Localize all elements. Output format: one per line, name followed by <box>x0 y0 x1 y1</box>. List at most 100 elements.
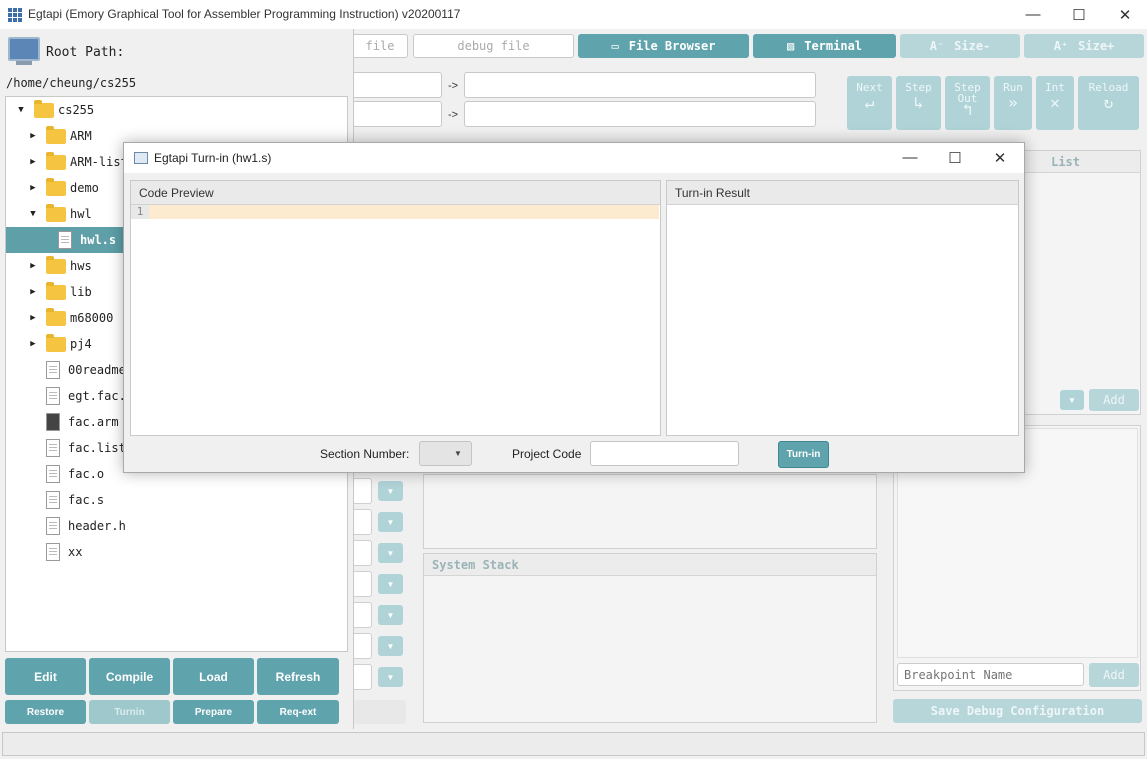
file-browser-button[interactable]: ▭ File Browser <box>578 34 749 58</box>
collapsed-arrow-icon[interactable]: ▶ <box>28 183 38 193</box>
register-dropdown[interactable]: ▼ <box>378 543 403 563</box>
register-dropdown[interactable]: ▼ <box>378 574 403 594</box>
expanded-arrow-icon[interactable]: ▼ <box>16 105 26 115</box>
register-field[interactable] <box>352 540 372 566</box>
size-minus-button[interactable]: A⁻ Size- <box>900 34 1020 58</box>
compile-button[interactable]: Compile <box>89 658 170 695</box>
next-icon: ↵ <box>864 93 875 112</box>
chevron-down-icon: ▼ <box>454 449 462 458</box>
tree-item-label: xx <box>68 545 83 559</box>
file-icon <box>46 439 60 457</box>
register-dropdown[interactable]: ▼ <box>378 605 403 625</box>
turnin-result-pane[interactable]: Turn-in Result <box>666 180 1019 436</box>
file-browser-label: File Browser <box>628 39 716 53</box>
breakpoint-name-input[interactable] <box>897 663 1084 686</box>
tree-folder-item[interactable]: ▼ cs255 <box>6 97 347 123</box>
prepare-button[interactable]: Prepare <box>173 700 254 724</box>
collapsed-arrow-icon[interactable]: ▶ <box>28 339 38 349</box>
folder-icon <box>46 255 66 274</box>
file-icon <box>46 491 60 509</box>
expanded-arrow-icon[interactable]: ▼ <box>28 209 38 219</box>
file-field[interactable]: file <box>352 34 408 58</box>
dialog-minimize-icon[interactable]: — <box>887 143 933 172</box>
file-icon <box>46 517 60 535</box>
register-field[interactable] <box>352 664 372 690</box>
tree-item-label: hws <box>70 259 92 273</box>
dialog-maximize-icon[interactable]: ☐ <box>932 143 978 172</box>
line-number: 1 <box>131 205 149 219</box>
tree-file-item[interactable]: header.h <box>6 513 347 539</box>
size-plus-button[interactable]: A⁺ Size+ <box>1024 34 1144 58</box>
register-dropdown[interactable]: ▼ <box>378 636 403 656</box>
dialog-title-bar: Egtapi Turn-in (hw1.s) — ☐ ✕ <box>124 143 1024 173</box>
add-breakpoint-button[interactable]: Add <box>1089 663 1139 687</box>
dialog-close-icon[interactable]: ✕ <box>977 143 1023 172</box>
section-number-select[interactable]: ▼ <box>419 441 472 466</box>
value-field-2[interactable] <box>464 101 816 127</box>
run-button[interactable]: Run » <box>994 76 1032 130</box>
tree-item-label: fac.o <box>68 467 105 481</box>
tree-item-label: fac.arm <box>68 415 119 429</box>
folder-icon <box>46 333 66 352</box>
tree-file-item[interactable]: fac.s <box>6 487 347 513</box>
next-button[interactable]: Next ↵ <box>847 76 892 130</box>
code-preview-pane[interactable]: Code Preview 1 <box>130 180 661 436</box>
load-button[interactable]: Load <box>173 658 254 695</box>
current-line-highlight <box>131 205 659 219</box>
project-code-input[interactable] <box>590 441 739 466</box>
address-field-1[interactable] <box>352 72 442 98</box>
font-decrease-icon: A⁻ <box>929 39 945 53</box>
step-button[interactable]: Step ↳ <box>896 76 941 130</box>
register-dropdown[interactable]: ▼ <box>378 667 403 687</box>
refresh-button[interactable]: Refresh <box>257 658 339 695</box>
interrupt-icon: ✕ <box>1050 93 1060 112</box>
collapsed-arrow-icon[interactable]: ▶ <box>28 157 38 167</box>
step-out-button[interactable]: Step Out ↰ <box>945 76 990 130</box>
collapsed-arrow-icon[interactable]: ▶ <box>28 287 38 297</box>
list-dropdown-button[interactable]: ▼ <box>1060 390 1084 410</box>
register-field[interactable] <box>352 509 372 535</box>
turnin-submit-button[interactable]: Turn-in <box>778 441 829 468</box>
collapsed-arrow-icon[interactable]: ▶ <box>28 131 38 141</box>
dialog-app-icon <box>134 152 148 164</box>
tree-item-label: header.h <box>68 519 126 533</box>
collapsed-arrow-icon[interactable]: ▶ <box>28 313 38 323</box>
tree-file-item[interactable]: xx <box>6 539 347 565</box>
folder-icon <box>46 307 66 326</box>
collapsed-arrow-icon[interactable]: ▶ <box>28 261 38 271</box>
arrow-label-1: -> <box>448 80 459 92</box>
register-dropdown[interactable]: ▼ <box>378 512 403 532</box>
save-debug-config-button[interactable]: Save Debug Configuration <box>893 699 1142 723</box>
value-field-1[interactable] <box>464 72 816 98</box>
step-out-icon: ↰ <box>962 100 973 119</box>
interrupt-button[interactable]: Int ✕ <box>1036 76 1074 130</box>
req-ext-button[interactable]: Req-ext <box>257 700 339 724</box>
system-stack-panel: System Stack <box>423 553 877 723</box>
register-field[interactable] <box>352 602 372 628</box>
close-icon[interactable]: ✕ <box>1102 0 1147 29</box>
computer-icon <box>8 37 40 61</box>
font-increase-icon: A⁺ <box>1053 39 1069 53</box>
file-icon <box>46 465 60 483</box>
register-dropdown[interactable]: ▼ <box>378 481 403 501</box>
minimize-icon[interactable]: — <box>1010 0 1056 29</box>
register-field[interactable] <box>352 478 372 504</box>
debug-file-field[interactable]: debug file <box>413 34 574 58</box>
file-icon <box>46 543 60 561</box>
maximize-icon[interactable]: ☐ <box>1056 0 1102 29</box>
tree-item-label: hwl.s <box>80 233 117 247</box>
window-title: Egtapi (Emory Graphical Tool for Assembl… <box>28 7 461 21</box>
list-add-button[interactable]: Add <box>1089 389 1139 411</box>
status-bar <box>2 732 1145 756</box>
register-field[interactable] <box>352 571 372 597</box>
restore-button[interactable]: Restore <box>5 700 86 724</box>
edit-button[interactable]: Edit <box>5 658 86 695</box>
tree-item-label: pj4 <box>70 337 92 351</box>
address-field-2[interactable] <box>352 101 442 127</box>
turnin-button[interactable]: Turnin <box>89 700 170 724</box>
run-icon: » <box>1008 93 1018 112</box>
reload-button[interactable]: Reload ↻ <box>1078 76 1139 130</box>
register-field[interactable] <box>352 633 372 659</box>
terminal-button[interactable]: ▧ Terminal <box>753 34 896 58</box>
folder-icon <box>46 177 66 196</box>
